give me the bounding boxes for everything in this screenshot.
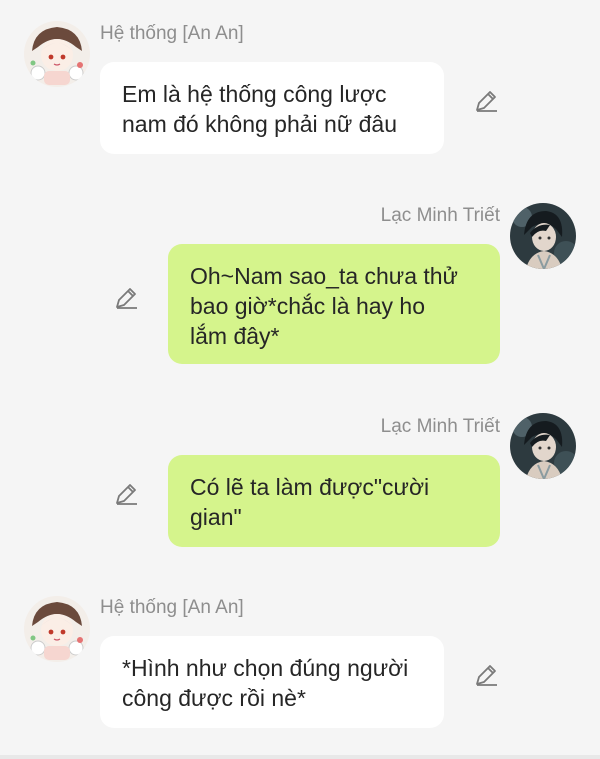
sender-name: Hệ thống [An An]	[100, 597, 244, 618]
sender-name: Lạc Minh Triết	[380, 205, 500, 226]
edit-pencil-icon[interactable]	[113, 481, 139, 507]
message-bubble-outgoing[interactable]: Có lẽ ta làm được"cười gian"	[168, 455, 500, 547]
message-bubble-incoming[interactable]: Em là hệ thống công lược nam đó không ph…	[100, 62, 444, 154]
sender-name: Hệ thống [An An]	[100, 23, 244, 44]
sender-name: Lạc Minh Triết	[380, 416, 500, 437]
edit-pencil-icon[interactable]	[113, 285, 139, 311]
anime-girl-avatar-icon	[24, 596, 90, 662]
anime-girl-avatar-icon	[24, 21, 90, 87]
message-bubble-outgoing[interactable]: Oh~Nam sao_ta chưa thử bao giờ*chắc là h…	[168, 244, 500, 364]
lac-minh-triet-avatar[interactable]	[510, 203, 576, 269]
bottom-divider	[0, 755, 600, 759]
edit-pencil-icon[interactable]	[473, 662, 499, 688]
dark-hair-man-avatar-icon	[510, 413, 576, 479]
message-bubble-incoming[interactable]: *Hình như chọn đúng người công được rồi …	[100, 636, 444, 728]
system-avatar[interactable]	[24, 596, 90, 662]
edit-pencil-icon[interactable]	[473, 88, 499, 114]
lac-minh-triet-avatar[interactable]	[510, 413, 576, 479]
chat-thread: Hệ thống [An An] Em là hệ thống công lượ…	[0, 0, 600, 759]
system-avatar[interactable]	[24, 21, 90, 87]
dark-hair-man-avatar-icon	[510, 203, 576, 269]
